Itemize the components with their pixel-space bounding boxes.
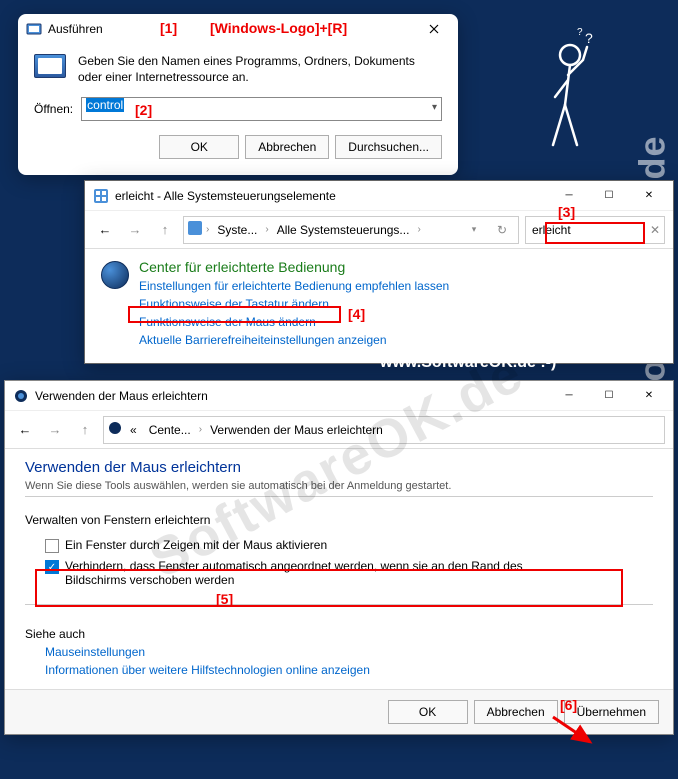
breadcrumb-2[interactable]: Verwenden der Maus erleichtern (206, 423, 387, 437)
cp-titlebar: erleicht - Alle Systemsteuerungselemente… (85, 181, 673, 211)
up-button[interactable]: ↑ (153, 218, 177, 242)
thinking-figure-decoration: ? ? (515, 25, 635, 165)
ok-button[interactable]: OK (388, 700, 468, 724)
close-button[interactable] (414, 14, 454, 44)
cp-title: erleicht - Alle Systemsteuerungselemente (115, 189, 336, 203)
run-description: Geben Sie den Namen eines Programms, Ord… (78, 54, 442, 85)
apply-button[interactable]: Übernehmen (564, 700, 659, 724)
dialog-footer: OK Abbrechen Übernehmen (5, 689, 673, 734)
clear-search-button[interactable]: ✕ (650, 223, 660, 237)
mouse-settings-link[interactable]: Mauseinstellungen (45, 645, 653, 659)
close-button[interactable]: ✕ (629, 381, 669, 411)
see-also-heading: Siehe auch (25, 627, 653, 641)
activate-on-hover-label[interactable]: Ein Fenster durch Zeigen mit der Maus ak… (65, 538, 327, 552)
mouse-toolbar: ← → ↑ « Cente... › Verwenden der Maus er… (5, 411, 673, 449)
breadcrumb-1[interactable]: Cente... (145, 423, 195, 437)
chevron-right-icon[interactable]: › (199, 424, 202, 435)
cp-link-mouse[interactable]: Funktionsweise der Maus ändern (139, 313, 449, 331)
ok-button[interactable]: OK (159, 135, 239, 159)
maximize-button[interactable]: ☐ (589, 381, 629, 411)
breadcrumb-prefix: « (126, 423, 141, 437)
forward-button[interactable]: → (43, 418, 67, 442)
search-value: erleicht (532, 223, 571, 237)
up-button[interactable]: ↑ (73, 418, 97, 442)
cp-link-recommend[interactable]: Einstellungen für erleichterte Bedienung… (139, 277, 449, 295)
ease-of-access-icon (108, 421, 122, 438)
cancel-button[interactable]: Abbrechen (245, 135, 329, 159)
run-dialog-window: Ausführen Geben Sie den Namen eines Prog… (18, 14, 458, 175)
search-input[interactable]: erleicht ✕ (525, 216, 665, 244)
online-help-link[interactable]: Informationen über weitere Hilfstechnolo… (45, 663, 653, 677)
ease-of-access-icon (101, 261, 129, 289)
open-label: Öffnen: (34, 102, 73, 116)
run-title: Ausführen (48, 22, 103, 36)
prevent-auto-arrange-checkbox[interactable]: ✓ (45, 560, 59, 574)
run-large-icon (34, 54, 66, 78)
close-button[interactable]: ✕ (629, 181, 669, 211)
ease-of-access-small-icon (13, 388, 29, 404)
run-dialog-icon (26, 21, 42, 37)
minimize-button[interactable]: ─ (549, 381, 589, 411)
control-panel-small-icon (188, 221, 202, 238)
forward-button[interactable]: → (123, 218, 147, 242)
chevron-right-icon[interactable]: › (206, 224, 209, 235)
svg-text:?: ? (585, 30, 593, 46)
maximize-button[interactable]: ☐ (589, 181, 629, 211)
back-button[interactable]: ← (93, 218, 117, 242)
section-title: Verwalten von Fenstern erleichtern (25, 513, 653, 527)
run-titlebar: Ausführen (18, 14, 458, 44)
control-panel-icon (93, 188, 109, 204)
address-bar[interactable]: « Cente... › Verwenden der Maus erleicht… (103, 416, 665, 444)
prevent-auto-arrange-label[interactable]: Verhindern, dass Fenster automatisch ang… (65, 559, 585, 587)
mouse-titlebar: Verwenden der Maus erleichtern ─ ☐ ✕ (5, 381, 673, 411)
activate-on-hover-checkbox[interactable] (45, 539, 59, 553)
address-bar[interactable]: › Syste... › Alle Systemsteuerungs... › … (183, 216, 519, 244)
cp-link-accessibility[interactable]: Aktuelle Barrierefreiheiteinstellungen a… (139, 331, 449, 349)
cp-result-heading[interactable]: Center für erleichterte Bedienung (139, 259, 449, 275)
minimize-button[interactable]: ─ (549, 181, 589, 211)
breadcrumb-1[interactable]: Syste... (213, 223, 261, 237)
mouse-title: Verwenden der Maus erleichtern (35, 389, 208, 403)
control-panel-window: erleicht - Alle Systemsteuerungselemente… (84, 180, 674, 364)
chevron-right-icon[interactable]: › (417, 224, 420, 235)
cp-toolbar: ← → ↑ › Syste... › Alle Systemsteuerungs… (85, 211, 673, 249)
back-button[interactable]: ← (13, 418, 37, 442)
page-heading: Verwenden der Maus erleichtern (25, 459, 653, 476)
cancel-button[interactable]: Abbrechen (474, 700, 558, 724)
chevron-down-icon[interactable]: ▾ (432, 102, 437, 113)
breadcrumb-2[interactable]: Alle Systemsteuerungs... (273, 223, 414, 237)
open-value: control (86, 98, 124, 112)
dropdown-button[interactable]: ▾ (462, 218, 486, 242)
page-subtext: Wenn Sie diese Tools auswählen, werden s… (25, 480, 653, 492)
svg-text:?: ? (577, 27, 583, 38)
browse-button[interactable]: Durchsuchen... (335, 135, 442, 159)
chevron-right-icon[interactable]: › (265, 224, 268, 235)
refresh-button[interactable]: ↻ (490, 218, 514, 242)
open-combobox[interactable]: control ▾ (81, 97, 442, 121)
mouse-settings-window: Verwenden der Maus erleichtern ─ ☐ ✕ ← →… (4, 380, 674, 735)
cp-link-keyboard[interactable]: Funktionsweise der Tastatur ändern (139, 295, 449, 313)
